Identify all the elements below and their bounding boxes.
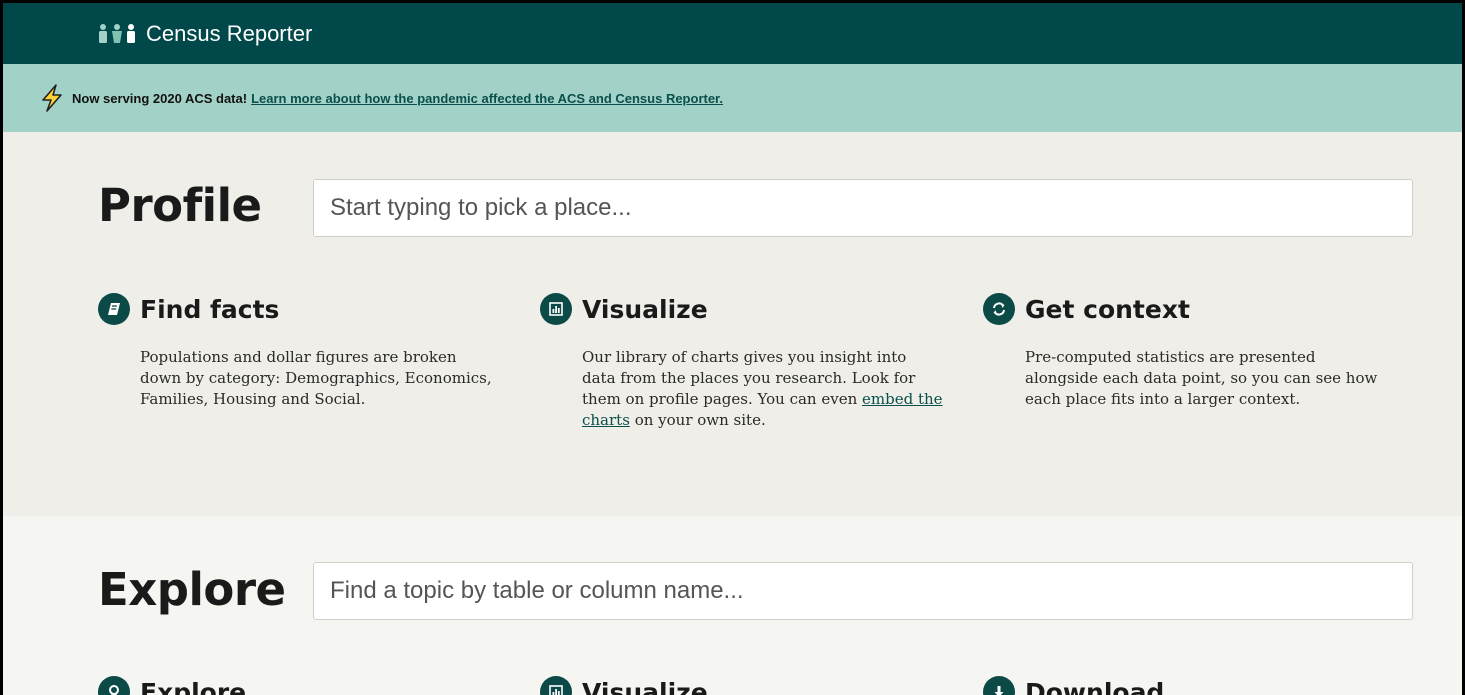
feature-title: Visualize — [582, 295, 708, 324]
download-icon — [983, 676, 1015, 695]
feature-description: Pre-computed statistics are presented al… — [1025, 347, 1387, 410]
profile-section: Profile Find facts Populations and dolla… — [3, 132, 1462, 516]
lightning-icon — [37, 83, 67, 113]
feature-text-part: on your own site. — [635, 411, 766, 429]
feature-explore: Explore — [98, 676, 478, 695]
refresh-icon — [983, 293, 1015, 325]
site-logo-link[interactable]: Census Reporter — [98, 21, 312, 47]
announcement-banner: Now serving 2020 ACS data! Learn more ab… — [3, 64, 1462, 132]
page-frame: Census Reporter Now serving 2020 ACS dat… — [0, 0, 1465, 695]
topic-search-input[interactable] — [313, 562, 1413, 620]
top-navbar: Census Reporter — [3, 3, 1462, 64]
feature-visualize: Visualize Our library of charts gives yo… — [540, 293, 920, 431]
people-logo-icon — [98, 24, 136, 44]
feature-description: Populations and dollar figures are broke… — [140, 347, 502, 410]
feature-visualize-explore: Visualize — [540, 676, 920, 695]
announcement-text: Now serving 2020 ACS data! — [72, 91, 247, 106]
feature-download: Download — [983, 676, 1363, 695]
feature-title: Get context — [1025, 295, 1190, 324]
map-pin-icon — [98, 676, 130, 695]
explore-section: Explore Explore Visualize — [3, 516, 1462, 695]
feature-title: Find facts — [140, 295, 279, 324]
feature-title: Visualize — [582, 678, 708, 695]
feature-find-facts: Find facts Populations and dollar figure… — [98, 293, 478, 410]
place-search-input[interactable] — [313, 179, 1413, 237]
bar-chart-icon — [540, 676, 572, 695]
announcement-link[interactable]: Learn more about how the pandemic affect… — [251, 91, 723, 106]
feature-description: Our library of charts gives you insight … — [582, 347, 944, 431]
book-icon — [98, 293, 130, 325]
explore-title: Explore — [98, 563, 286, 616]
profile-title: Profile — [98, 179, 262, 232]
feature-get-context: Get context Pre-computed statistics are … — [983, 293, 1363, 410]
brand-name: Census Reporter — [146, 21, 312, 47]
feature-title: Download — [1025, 678, 1164, 695]
feature-title: Explore — [140, 678, 246, 695]
bar-chart-icon — [540, 293, 572, 325]
